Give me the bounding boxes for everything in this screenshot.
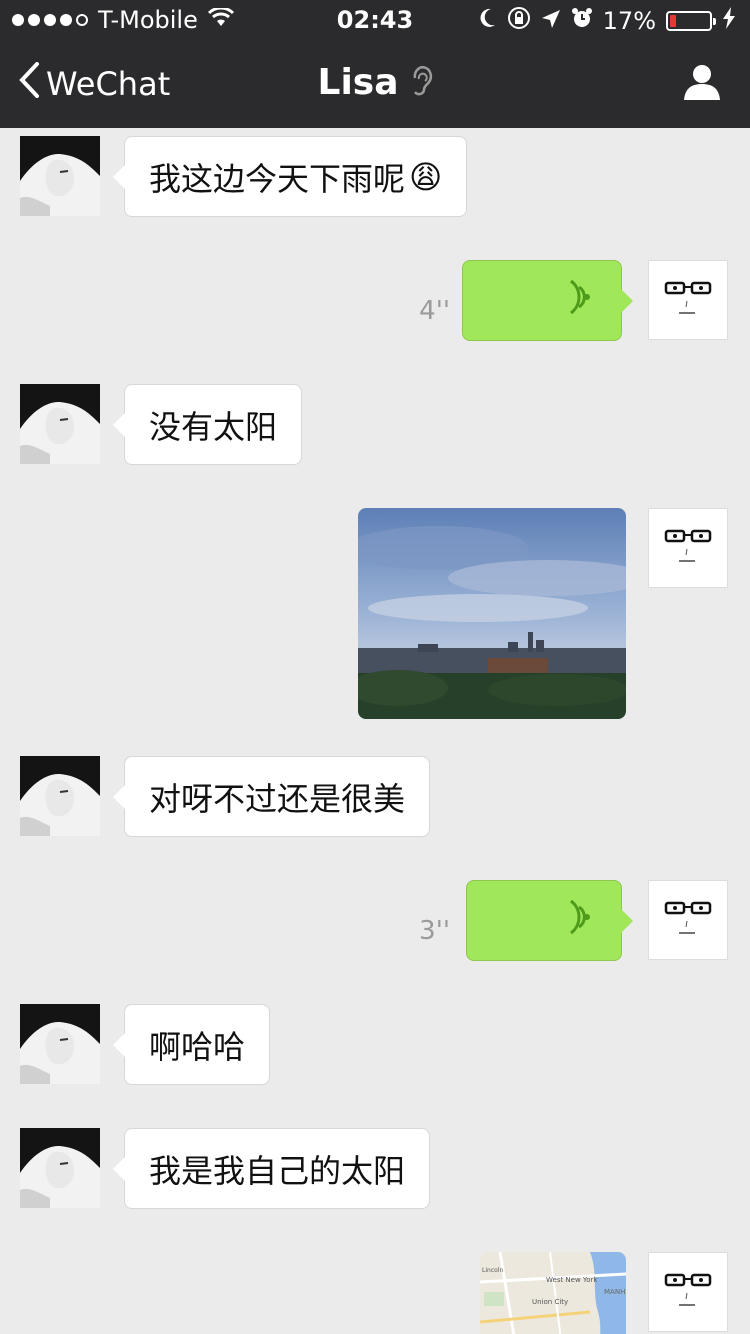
avatar-me[interactable] [648, 1252, 728, 1332]
location-message[interactable]: West New York Union City Lincoln MANH [480, 1252, 626, 1334]
voice-message-bubble[interactable] [462, 260, 633, 341]
message-text: 我这边今天下雨呢 [149, 159, 406, 198]
avatar-lisa[interactable] [20, 1128, 100, 1208]
message-bubble-incoming[interactable]: 我是我自己的太阳 [112, 1128, 431, 1209]
battery-icon [666, 11, 716, 31]
avatar-lisa[interactable] [20, 756, 100, 836]
person-icon [682, 65, 722, 106]
message-bubble-incoming[interactable]: 啊哈哈 [112, 1004, 271, 1085]
battery-percent: 17% [602, 7, 656, 35]
message-text: 对呀不过还是很美 [149, 779, 406, 818]
map-label-west-new-york: West New York [546, 1276, 598, 1284]
voice-message-bubble[interactable] [466, 880, 633, 961]
message-text: 没有太阳 [149, 407, 278, 446]
location-arrow-icon [541, 7, 561, 35]
ear-icon [409, 62, 433, 103]
avatar-lisa[interactable] [20, 136, 100, 216]
avatar-me[interactable] [648, 880, 728, 960]
image-message[interactable] [358, 508, 626, 719]
voice-wave-icon [567, 899, 593, 943]
weary-face-emoji: 😩 [409, 157, 443, 196]
profile-button[interactable] [682, 62, 722, 106]
voice-duration: 3'' [419, 916, 450, 946]
message-text: 啊哈哈 [149, 1027, 246, 1066]
nav-bar: WeChat Lisa [0, 40, 750, 128]
voice-duration: 4'' [419, 296, 450, 326]
chat-title: Lisa [0, 62, 750, 103]
status-right: 17% [477, 6, 736, 36]
charging-bolt-icon [722, 7, 736, 35]
avatar-lisa[interactable] [20, 1004, 100, 1084]
chat-area[interactable]: 我这边今天下雨呢 😩 4'' 没有太阳 对呀不过还是很美 3'' 啊哈哈 我是我… [0, 128, 750, 1334]
avatar-lisa[interactable] [20, 384, 100, 464]
moon-icon [477, 7, 497, 35]
status-bar: T-Mobile 02:43 17% [0, 0, 750, 40]
contact-name: Lisa [317, 62, 399, 103]
map-label-union-city: Union City [532, 1298, 568, 1306]
map-label-manhattan: MANH [604, 1288, 625, 1296]
alarm-icon [571, 7, 593, 35]
message-bubble-incoming[interactable]: 我这边今天下雨呢 😩 [112, 136, 468, 217]
message-bubble-incoming[interactable]: 对呀不过还是很美 [112, 756, 431, 837]
rotation-lock-icon [507, 6, 531, 36]
message-text: 我是我自己的太阳 [149, 1151, 406, 1190]
avatar-me[interactable] [648, 260, 728, 340]
avatar-me[interactable] [648, 508, 728, 588]
map-label-lincoln: Lincoln [482, 1267, 503, 1274]
voice-wave-icon [567, 279, 593, 323]
message-bubble-incoming[interactable]: 没有太阳 [112, 384, 303, 465]
